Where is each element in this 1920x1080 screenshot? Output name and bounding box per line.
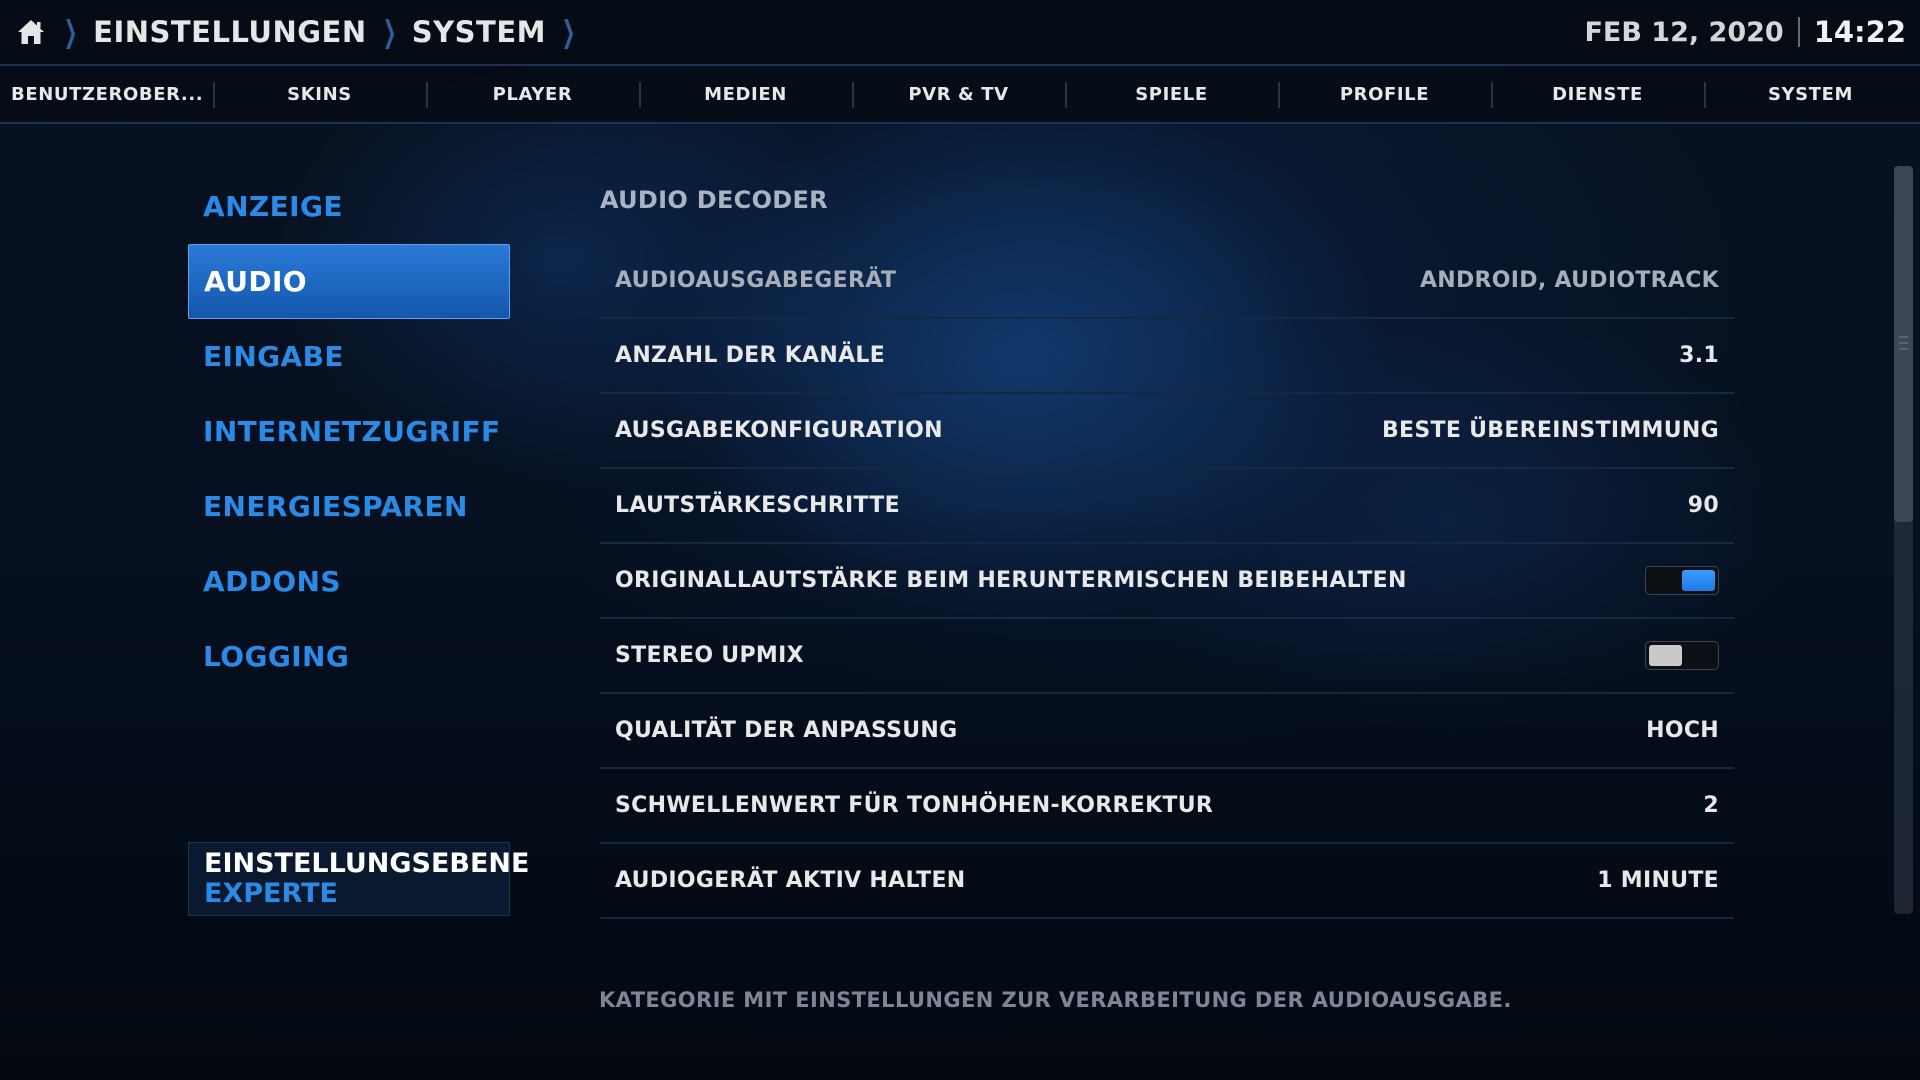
setting-row-stereo-upmix[interactable]: STEREO UPMIX [600, 619, 1734, 694]
tab-dienste[interactable]: DIENSTE [1491, 66, 1704, 122]
settings-level-title: EINSTELLUNGSEBENE [204, 848, 530, 879]
setting-row-audiogeraet-aktiv[interactable]: AUDIOGERÄT AKTIV HALTEN 1 MINUTE [600, 844, 1734, 919]
sidebar-item-energiesparen[interactable]: ENERGIESPAREN [188, 469, 510, 544]
sidebar-item-addons[interactable]: ADDONS [188, 544, 510, 619]
setting-value: BESTE ÜBEREINSTIMMUNG [1381, 418, 1719, 443]
setting-label: STEREO UPMIX [615, 643, 804, 668]
tab-medien[interactable]: MEDIEN [639, 66, 852, 122]
settings-list: AUDIOAUSGABEGERÄT ANDROID, AUDIOTRACK AN… [600, 244, 1734, 919]
sidebar-item-eingabe[interactable]: EINGABE [188, 319, 510, 394]
setting-row-schwellenwert[interactable]: SCHWELLENWERT FÜR TONHÖHEN-KORREKTUR 2 [600, 769, 1734, 844]
category-description: KATEGORIE MIT EINSTELLUNGEN ZUR VERARBEI… [599, 988, 1512, 1012]
setting-row-anzahl-kanaele[interactable]: ANZAHL DER KANÄLE 3.1 [600, 319, 1734, 394]
setting-label: AUDIOGERÄT AKTIV HALTEN [615, 868, 966, 893]
settings-level-value: EXPERTE [204, 878, 338, 909]
sidebar-item-logging[interactable]: LOGGING [188, 619, 510, 694]
setting-label: ANZAHL DER KANÄLE [615, 343, 886, 368]
grip-line [1899, 342, 1908, 344]
originallautstaerke-toggle[interactable] [1645, 566, 1719, 595]
scrollbar-thumb[interactable] [1894, 166, 1913, 522]
category-tabs: BENUTZEROBER... SKINS PLAYER MEDIEN PVR … [0, 66, 1920, 122]
toggle-knob [1649, 645, 1682, 666]
scrollbar[interactable] [1894, 166, 1913, 914]
tab-system[interactable]: SYSTEM [1704, 66, 1917, 122]
tab-player[interactable]: PLAYER [426, 66, 639, 122]
sidebar-item-audio[interactable]: AUDIO [188, 244, 510, 319]
setting-value: HOCH [1646, 718, 1719, 743]
grip-line [1899, 348, 1908, 350]
setting-label: ORIGINALLAUTSTÄRKE BEIM HERUNTERMISCHEN … [615, 568, 1407, 593]
setting-value: 2 [1703, 793, 1719, 818]
setting-label: LAUTSTÄRKESCHRITTE [615, 493, 900, 518]
setting-label: QUALITÄT DER ANPASSUNG [615, 718, 958, 743]
setting-row-ausgabekonfiguration[interactable]: AUSGABEKONFIGURATION BESTE ÜBEREINSTIMMU… [600, 394, 1734, 469]
home-icon[interactable] [14, 15, 48, 49]
setting-value: 90 [1687, 493, 1719, 518]
section-title: AUDIO DECODER [600, 186, 828, 214]
chevron-right-icon: ❯ [63, 14, 78, 50]
clock: FEB 12, 2020 14:22 [1584, 0, 1906, 64]
chevron-right-icon: ❯ [561, 14, 576, 50]
settings-level-button[interactable]: EINSTELLUNGSEBENE EXPERTE [188, 842, 530, 916]
setting-row-originallautstaerke[interactable]: ORIGINALLAUTSTÄRKE BEIM HERUNTERMISCHEN … [600, 544, 1734, 619]
tab-benutzeroberflaeche[interactable]: BENUTZEROBER... [0, 66, 213, 122]
time-label: 14:22 [1813, 15, 1906, 49]
setting-row-qualitaet-anpassung[interactable]: QUALITÄT DER ANPASSUNG HOCH [600, 694, 1734, 769]
breadcrumb-item-einstellungen[interactable]: EINSTELLUNGEN [93, 15, 366, 49]
tab-profile[interactable]: PROFILE [1278, 66, 1491, 122]
date-label: FEB 12, 2020 [1584, 16, 1784, 48]
clock-divider [1797, 17, 1800, 47]
tab-spiele[interactable]: SPIELE [1065, 66, 1278, 122]
sidebar-nav: ANZEIGE AUDIO EINGABE INTERNETZUGRIFF EN… [188, 169, 510, 694]
setting-value: ANDROID, AUDIOTRACK [1419, 268, 1719, 293]
setting-value: 3.1 [1679, 343, 1719, 368]
setting-label: SCHWELLENWERT FÜR TONHÖHEN-KORREKTUR [615, 793, 1214, 818]
sidebar-item-internetzugriff[interactable]: INTERNETZUGRIFF [188, 394, 510, 469]
setting-row-lautstaerkeschritte[interactable]: LAUTSTÄRKESCHRITTE 90 [600, 469, 1734, 544]
stereo-upmix-toggle[interactable] [1645, 641, 1719, 670]
setting-value: 1 MINUTE [1597, 868, 1719, 893]
sidebar-item-anzeige[interactable]: ANZEIGE [188, 169, 510, 244]
breadcrumb: ❯ EINSTELLUNGEN ❯ SYSTEM ❯ [14, 0, 577, 64]
setting-label: AUDIOAUSGABEGERÄT [615, 268, 897, 293]
breadcrumb-item-system[interactable]: SYSTEM [412, 15, 546, 49]
toggle-knob [1682, 570, 1715, 591]
tabs-divider [0, 122, 1920, 124]
tab-skins[interactable]: SKINS [213, 66, 426, 122]
tab-pvr-tv[interactable]: PVR & TV [852, 66, 1065, 122]
setting-row-audioausgabegeraet[interactable]: AUDIOAUSGABEGERÄT ANDROID, AUDIOTRACK [600, 244, 1734, 319]
grip-line [1899, 336, 1908, 338]
setting-label: AUSGABEKONFIGURATION [615, 418, 943, 443]
chevron-right-icon: ❯ [382, 14, 397, 50]
top-bar: ❯ EINSTELLUNGEN ❯ SYSTEM ❯ FEB 12, 2020 … [0, 0, 1920, 64]
